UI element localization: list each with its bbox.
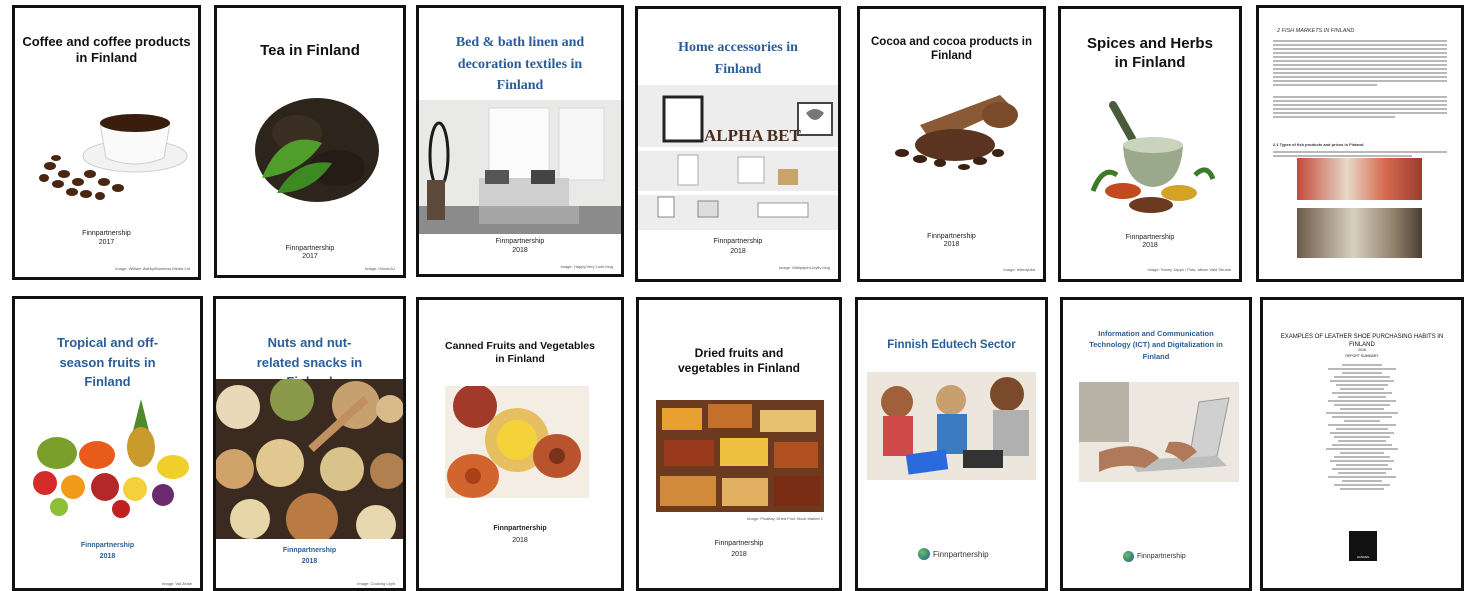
cover-year: 2018	[943, 241, 960, 248]
cover-year: 2018	[1142, 242, 1158, 249]
cover-publisher: Finnpartnership	[713, 238, 763, 245]
cover-title: Bed & bath linen and decoration textiles…	[455, 35, 585, 94]
image-credit: Image: Pixabay, Dried Fruit Stock Market…	[747, 516, 823, 521]
image-credit: Image: lebedynka	[1003, 267, 1035, 272]
cover-year: 2017	[98, 239, 115, 246]
report-cover-coffee[interactable]: Coffee and coffee products in Finland Fi…	[12, 5, 201, 280]
image-credit: Image: iStock/AJ	[364, 266, 395, 271]
cover-year: 2018	[301, 558, 318, 565]
cover-year: 2018	[1358, 348, 1366, 352]
image-credit: Image: William Warby/Business Media Ltd	[115, 266, 190, 271]
cover-publisher: Finnpartnership	[82, 230, 131, 237]
cover-title: EXAMPLES OF LEATHER SHOE PURCHASING HABI…	[1280, 334, 1444, 348]
image-credit: Image: Val Zeale	[162, 581, 192, 586]
cover-publisher: Finnpartnership	[493, 525, 547, 532]
cover-title: Tea in Finland	[260, 42, 360, 59]
shelf-photo: ALPHA BET	[638, 85, 838, 230]
report-cover-leather-shoe[interactable]: EXAMPLES OF LEATHER SHOE PURCHASING HABI…	[1260, 297, 1464, 591]
image-credit: Image: Happy/Very Lush blog	[560, 264, 613, 269]
report-cover-tea[interactable]: Tea in Finland Finnpartnership 2017 Imag…	[214, 5, 406, 278]
cover-title: Information and Communication Technology…	[1089, 329, 1223, 361]
cover-publisher: Finnpartnership	[80, 542, 135, 549]
cover-year: 2017	[302, 253, 318, 260]
peaches-photo	[445, 386, 589, 498]
report-page-fish-markets[interactable]: 2 FISH MARKETS IN FINLAND 2.1 Types of f…	[1256, 5, 1464, 282]
report-cover-cocoa[interactable]: Cocoa and cocoa products in Finland Finn…	[857, 6, 1046, 282]
cover-publisher: Finnpartnership	[1125, 234, 1175, 241]
report-cover-edutech[interactable]: Finnish Edutech Sector Finnpartnership	[855, 297, 1048, 591]
cover-publisher: Finnpartnership	[927, 233, 976, 240]
body-text-block	[1273, 38, 1447, 120]
cover-year: 2018	[731, 551, 747, 558]
cover-title: Cocoa and cocoa products in Finland	[870, 36, 1033, 63]
finnpartnership-logo: Finnpartnership	[1123, 551, 1186, 562]
report-cover-bed-bath[interactable]: Bed & bath linen and decoration textiles…	[416, 5, 624, 277]
report-cover-home-accessories[interactable]: Home accessories in Finland ALPHA BET Fi…	[635, 6, 841, 282]
cover-title: Tropical and off-season fruits in Finlan…	[56, 335, 159, 389]
fish-market-photo-1	[1297, 158, 1422, 200]
cover-publisher: Finnpartnership	[282, 547, 337, 554]
fruits-photo	[23, 391, 193, 521]
alphabet-letters: ALPHA BET	[704, 126, 801, 145]
page-heading: 2 FISH MARKETS IN FINLAND	[1277, 28, 1355, 34]
cover-year: 2018	[512, 247, 528, 254]
globe-icon	[1123, 551, 1134, 562]
globe-icon	[918, 548, 930, 560]
image-credit: Image: Sanny Japps / Pots, album Vald St…	[1147, 267, 1231, 272]
report-cover-nuts[interactable]: Nuts and nut-related snacks in Finland F…	[213, 296, 406, 591]
cover-title: Spices and Herbs in Finland	[1087, 35, 1213, 71]
report-cover-tropical-fruits[interactable]: Tropical and off-season fruits in Finlan…	[12, 296, 203, 591]
report-cover-spices-herbs[interactable]: Spices and Herbs in Finland Finnpartners…	[1058, 6, 1242, 282]
nuts-photo	[216, 379, 403, 539]
cover-title: Canned Fruits and Vegetables in Finland	[445, 340, 595, 366]
report-cover-dried-fruits[interactable]: Dried fruits and vegetables in Finland I…	[636, 297, 842, 591]
cover-title: Finnish Edutech Sector	[887, 339, 1016, 351]
section-subheading: 2.1 Types of fish products and prices in…	[1273, 142, 1364, 147]
dried-fruits-photo	[656, 400, 824, 512]
image-credit: Image: Wallpaper/Joyfly blog	[778, 265, 830, 270]
report-cover-canned-fruits[interactable]: Canned Fruits and Vegetables in Finland …	[416, 297, 624, 591]
fish-market-photo-2	[1297, 208, 1422, 258]
cover-publisher: Finnpartnership	[495, 238, 545, 245]
report-cover-ict[interactable]: Information and Communication Technology…	[1060, 297, 1252, 591]
cover-publisher: Finnpartnership	[285, 245, 335, 252]
cover-year: 2018	[99, 553, 116, 560]
cover-year: 2018	[730, 248, 746, 255]
coffee-photo	[30, 78, 190, 208]
cover-publisher: Finnpartnership	[714, 540, 764, 547]
children-tablet-photo	[867, 372, 1036, 480]
report-summary-label: REPORT SUMMARY	[1345, 354, 1379, 358]
cover-title: Dried fruits and vegetables in Finland	[677, 346, 801, 375]
cover-year: 2018	[512, 537, 528, 544]
living-room-photo	[419, 100, 621, 234]
cocoa-photo	[880, 85, 1030, 175]
spices-photo	[1083, 95, 1218, 225]
author-list	[1263, 362, 1461, 492]
hanken-logo: HANKEN	[1349, 531, 1377, 561]
tea-photo	[242, 88, 382, 208]
cover-title: Coffee and coffee products in Finland	[22, 34, 191, 66]
laptop-photo	[1079, 382, 1239, 482]
cover-title: Home accessories in Finland	[678, 40, 798, 77]
finnpartnership-logo: Finnpartnership	[918, 548, 989, 560]
image-credit: Image: Cooking Light	[357, 581, 395, 586]
